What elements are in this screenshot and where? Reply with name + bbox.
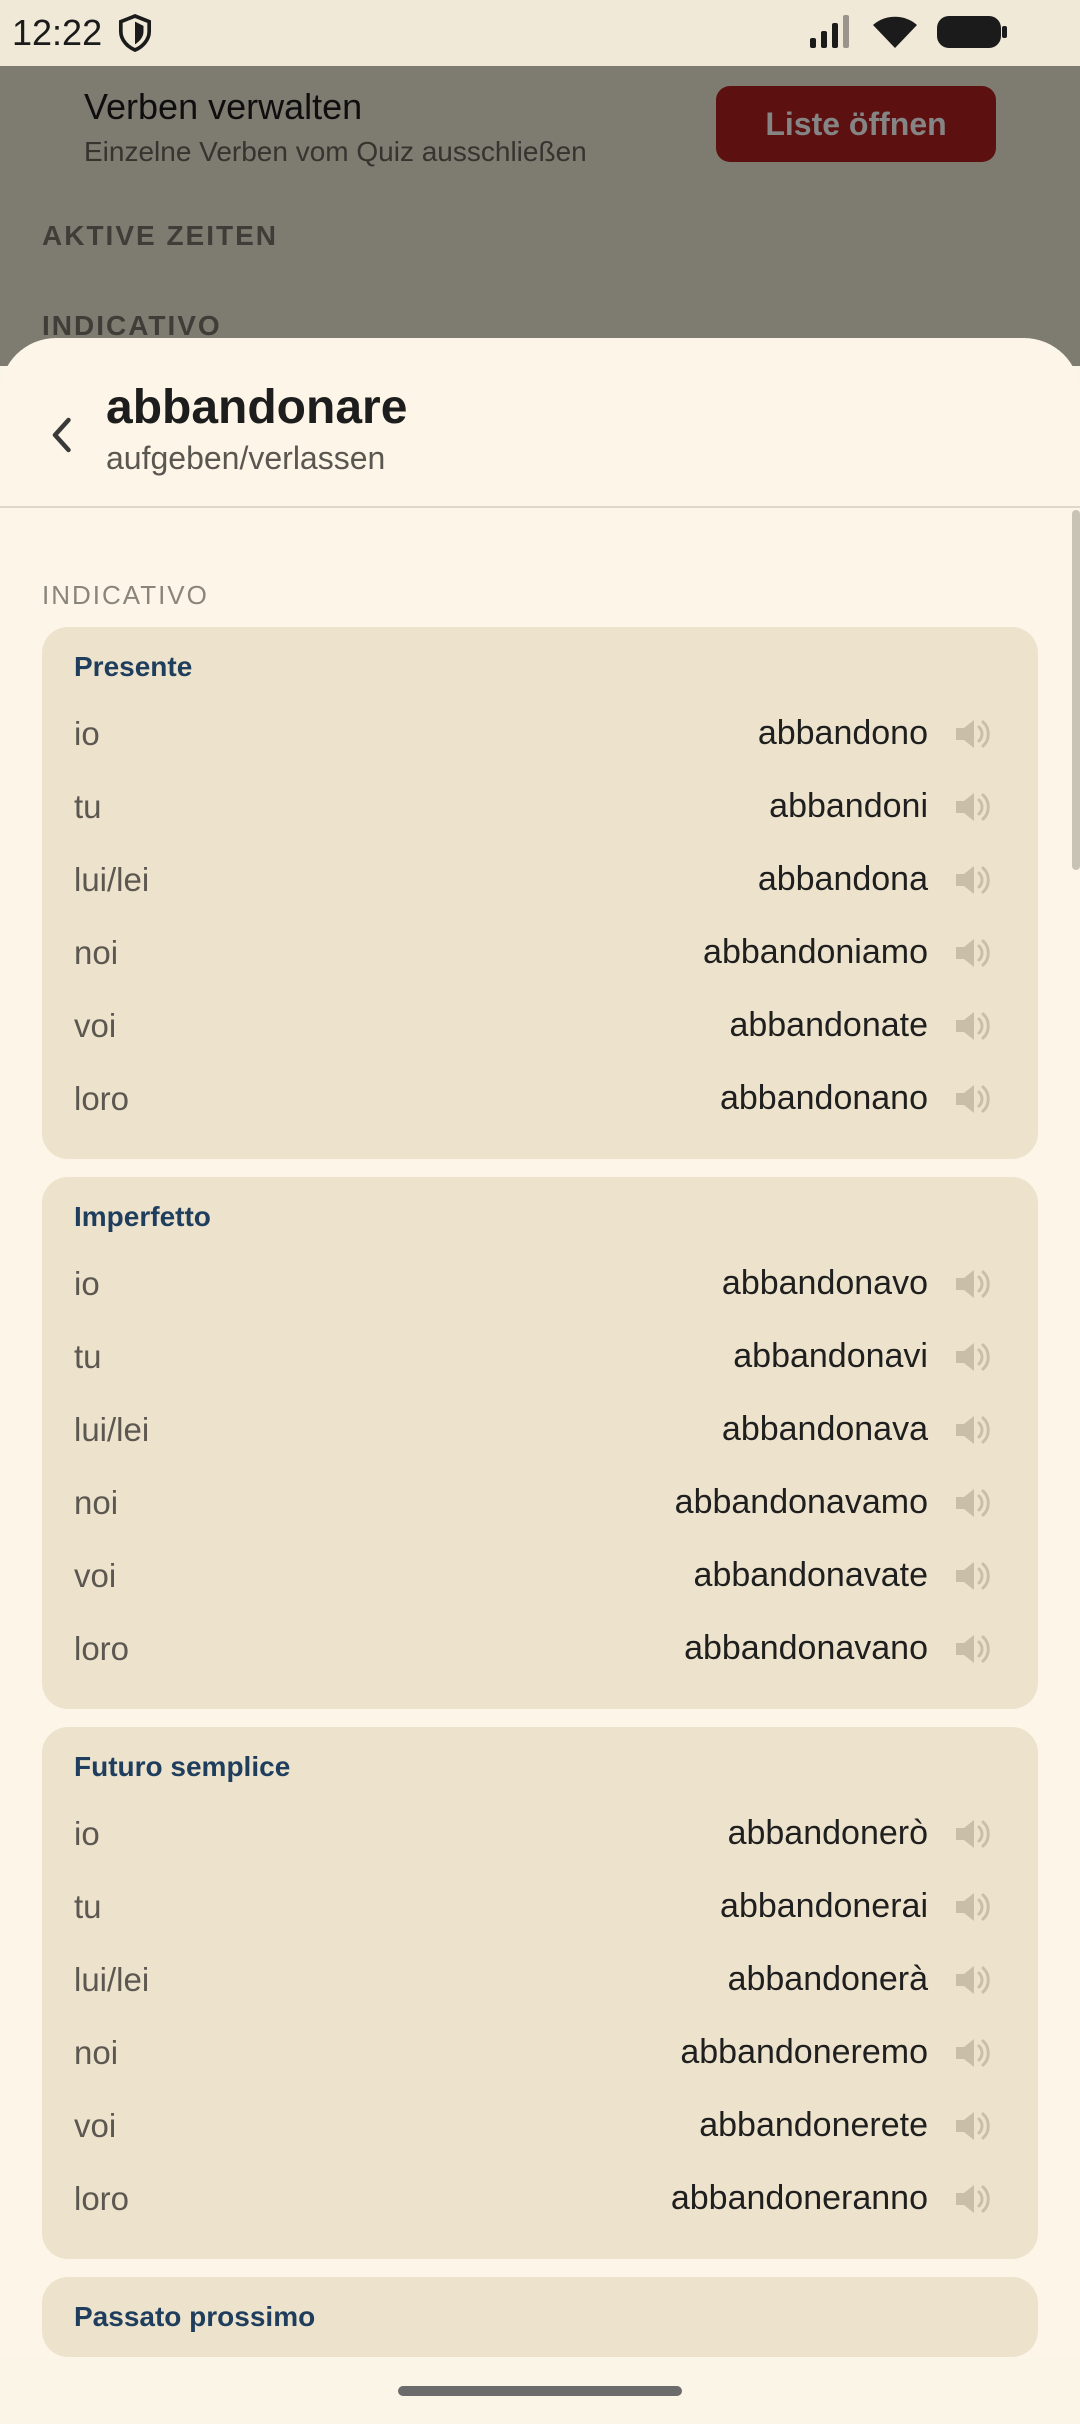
speaker-icon[interactable] [950,712,994,756]
verb-form: abbandoneranno [670,2179,928,2217]
navigation-bar [0,2358,1080,2424]
speaker-icon[interactable] [950,1627,994,1671]
conjugation-row: lui/lei abbandonerà [74,1943,1006,2016]
tense-card: Imperfetto io abbandonavo tu abbandonavi lui/… [42,1177,1038,1709]
verb-translation: aufgeben/verlassen [106,440,386,476]
sheet-header: abbandonare aufgeben/verlassen [0,338,1080,508]
speaker-icon[interactable] [950,785,994,829]
conjugation-row: noi abbandoneremo [74,2016,1006,2089]
speaker-icon[interactable] [950,858,994,902]
speaker-icon[interactable] [950,1554,994,1598]
verb-form: abbandonerà [727,1960,928,1998]
pronoun: io [74,1264,100,1302]
verb-form: abbandono [757,714,928,752]
home-gesture-handle[interactable] [398,2386,682,2396]
verb-form: abbandoneremo [680,2033,928,2071]
conjugation-row: lui/lei abbandonava [74,1393,1006,1466]
status-time: 12:22 [12,12,103,53]
verb-form: abbandonate [729,1006,928,1044]
conjugation-row: tu abbandonavi [74,1320,1006,1393]
battery-icon [937,16,1007,48]
speaker-icon[interactable] [950,1004,994,1048]
speaker-icon[interactable] [950,2104,994,2148]
speaker-icon[interactable] [950,1335,994,1379]
verb-form: abbandoni [769,787,928,825]
conjugation-row: tu abbandoni [74,770,1006,843]
modal-scrim[interactable] [0,66,1080,366]
tense-card: Passato prossimo [42,2277,1038,2357]
speaker-icon[interactable] [950,1408,994,1452]
cellular-signal-icon [810,15,849,48]
verb-form: abbandonavo [721,1264,928,1302]
pronoun: tu [74,1337,102,1375]
conjugation-row: loro abbandonano [74,1062,1006,1135]
pronoun: voi [74,1556,117,1594]
pronoun: voi [74,2106,117,2144]
conjugation-row: loro abbandoneranno [74,2162,1006,2235]
verb-form: abbandonano [719,1079,928,1117]
pronoun: lui/lei [74,860,150,898]
pronoun: lui/lei [74,1410,150,1448]
tense-card: Futuro semplice io abbandonerò tu abbandoner… [42,1727,1038,2259]
conjugation-row: noi abbandoniamo [74,916,1006,989]
verb-detail-sheet: abbandonare aufgeben/verlassen INDICATIV… [0,338,1080,2358]
verb-form: abbandonerai [720,1887,928,1925]
conjugation-row: voi abbandonate [74,989,1006,1062]
pronoun: loro [74,1629,130,1667]
status-bar: 12:22 [0,0,1080,66]
pronoun: io [74,1814,100,1852]
tense-card: Presente io abbandono tu abbandoni lui/lei abb… [42,627,1038,1159]
speaker-icon[interactable] [950,1885,994,1929]
verb-form: abbandonavi [733,1337,928,1375]
speaker-icon[interactable] [950,1077,994,1121]
conjugation-row: tu abbandonerai [74,1870,1006,1943]
speaker-icon[interactable] [950,1262,994,1306]
pronoun: noi [74,2033,119,2071]
speaker-icon[interactable] [950,2177,994,2221]
verb-form: abbandonavate [693,1556,928,1594]
speaker-icon[interactable] [950,1812,994,1856]
scrollbar[interactable] [1072,510,1080,870]
pronoun: noi [74,933,119,971]
shield-icon [119,14,152,52]
verb-form: abbandonerete [699,2106,928,2144]
wifi-icon [873,16,917,48]
conjugation-list: INDICATIVO Presente io abbandono tu abbandon… [42,510,1038,2357]
pronoun: voi [74,1006,117,1044]
verb-form: abbandona [757,860,928,898]
pronoun: loro [74,1079,130,1117]
status-icons [808,14,1008,50]
conjugation-row: noi abbandonavamo [74,1466,1006,1539]
pronoun: tu [74,1887,102,1925]
verb-title: abbandonare [106,381,408,434]
conjugation-row: io abbandonavo [74,1247,1006,1320]
conjugation-row: io abbandonerò [74,1797,1006,1870]
conjugation-row: io abbandono [74,697,1006,770]
verb-form: abbandonava [721,1410,928,1448]
speaker-icon[interactable] [950,2031,994,2075]
speaker-icon[interactable] [950,931,994,975]
conjugation-row: voi abbandonavate [74,1539,1006,1612]
speaker-icon[interactable] [950,1958,994,2002]
verb-form: abbandonavano [684,1629,928,1667]
conjugation-row: lui/lei abbandona [74,843,1006,916]
pronoun: loro [74,2179,130,2217]
tense-name: Futuro semplice [74,1751,291,1782]
pronoun: lui/lei [74,1960,150,1998]
pronoun: io [74,714,100,752]
verb-form: abbandoniamo [703,933,928,971]
verb-form: abbandonavamo [674,1483,928,1521]
tense-name: Passato prossimo [74,2301,316,2332]
pronoun: noi [74,1483,119,1521]
tense-name: Presente [74,651,193,682]
pronoun: tu [74,787,102,825]
tense-name: Imperfetto [74,1201,211,1232]
back-chevron-icon[interactable] [46,410,76,460]
verb-form: abbandonerò [727,1814,928,1852]
conjugation-row: voi abbandonerete [74,2089,1006,2162]
speaker-icon[interactable] [950,1481,994,1525]
conjugation-row: loro abbandonavano [74,1612,1006,1685]
mood-label: INDICATIVO [42,580,209,610]
